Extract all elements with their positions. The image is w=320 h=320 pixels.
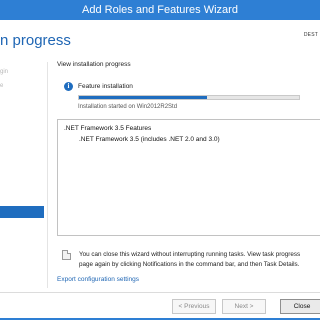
next-button[interactable]: Next > [222,299,266,314]
result-item: .NET Framework 3.5 Features [64,125,152,132]
status-label: Feature installation [78,83,133,90]
destination-server-label: DEST [303,32,318,38]
progress-bar [78,95,300,100]
result-item: .NET Framework 3.5 (includes .NET 2.0 an… [79,136,220,143]
nav-divider [47,62,48,288]
nav-item[interactable]: gin [0,66,44,78]
note-icon [62,250,71,260]
nav-item[interactable]: e [0,80,44,92]
previous-button[interactable]: < Previous [172,299,216,314]
window-titlebar: Add Roles and Features Wizard [0,0,320,20]
window-title: Add Roles and Features Wizard [82,4,238,16]
status-detail: Installation started on Win2012R2Std [78,104,178,110]
results-panel[interactable]: .NET Framework 3.5 Features .NET Framewo… [57,119,320,236]
export-configuration-link[interactable]: Export configuration settings [57,276,139,283]
footer-divider [0,292,320,293]
wizard-nav: gin e [0,62,44,292]
nav-item-active[interactable] [0,206,44,218]
info-icon: i [64,82,73,91]
note-text: You can close this wizard without interr… [79,251,301,258]
progress-fill [79,96,207,99]
section-label: View installation progress [57,61,131,68]
close-button[interactable]: Close [280,299,320,314]
page-title: n progress [0,32,71,49]
note-text: page again by clicking Notifications in … [79,261,300,268]
